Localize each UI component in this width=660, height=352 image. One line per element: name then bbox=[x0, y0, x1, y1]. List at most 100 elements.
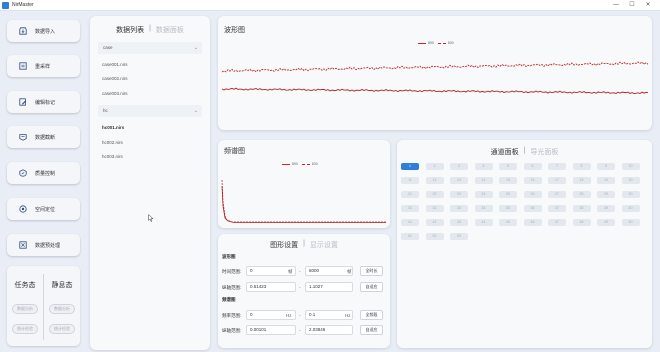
channel-button-38[interactable]: 38 bbox=[572, 205, 591, 212]
full-band-button[interactable]: 全频段 bbox=[360, 310, 383, 320]
channel-button-1[interactable]: 1 bbox=[401, 163, 419, 170]
time-to-input[interactable]: 6000 bbox=[305, 266, 353, 276]
file-case003[interactable]: case003.nirs bbox=[102, 91, 128, 96]
channel-panel-tab[interactable]: 通道面板 bbox=[491, 147, 519, 157]
display-settings-tab[interactable]: 显示设置 bbox=[310, 240, 338, 250]
channel-button-12[interactable]: 12 bbox=[425, 177, 444, 184]
channel-button-51[interactable]: 51 bbox=[401, 233, 419, 240]
nav-preprocess-button[interactable]: 数据预处理 bbox=[7, 234, 80, 256]
channel-button-53[interactable]: 53 bbox=[450, 233, 468, 240]
channel-button-40[interactable]: 40 bbox=[621, 205, 640, 212]
channel-button-8[interactable]: 8 bbox=[572, 163, 591, 170]
channel-button-48[interactable]: 48 bbox=[572, 219, 591, 226]
channel-button-34[interactable]: 34 bbox=[474, 205, 493, 212]
channel-button-27[interactable]: 27 bbox=[548, 191, 566, 198]
spectrum-amp-from-input[interactable]: 0.00101 bbox=[246, 325, 296, 335]
maximize-button[interactable]: ☐ bbox=[624, 0, 640, 11]
spectrum-auto-fit-button[interactable]: 自适应 bbox=[360, 325, 383, 335]
channel-button-50[interactable]: 50 bbox=[621, 219, 640, 226]
channel-button-25[interactable]: 25 bbox=[499, 191, 517, 198]
channel-button-23[interactable]: 23 bbox=[450, 191, 468, 198]
data-panel-tab[interactable]: 数据面板 bbox=[156, 25, 184, 35]
channel-button-13[interactable]: 13 bbox=[450, 177, 468, 184]
channel-button-28[interactable]: 28 bbox=[572, 191, 591, 198]
wave-plot bbox=[221, 61, 649, 95]
spectrum-amp-to-input[interactable]: 2.03846 bbox=[305, 325, 353, 335]
channel-button-41[interactable]: 41 bbox=[401, 219, 419, 226]
channel-button-15[interactable]: 15 bbox=[499, 177, 517, 184]
file-hc003[interactable]: hc003.nirs bbox=[102, 154, 123, 159]
channel-button-46[interactable]: 46 bbox=[523, 219, 542, 226]
wave-amp-to-input[interactable]: 1.1027 bbox=[305, 282, 353, 292]
minimize-button[interactable]: — bbox=[608, 0, 624, 11]
channel-button-29[interactable]: 29 bbox=[597, 191, 615, 198]
channel-button-26[interactable]: 26 bbox=[523, 191, 542, 198]
channel-button-49[interactable]: 49 bbox=[597, 219, 615, 226]
channel-button-16[interactable]: 16 bbox=[523, 177, 542, 184]
channel-button-44[interactable]: 44 bbox=[474, 219, 493, 226]
channel-button-4[interactable]: 4 bbox=[474, 163, 493, 170]
channel-button-30[interactable]: 30 bbox=[621, 191, 640, 198]
nav-import-button[interactable]: 数据导入 bbox=[7, 20, 80, 42]
channel-button-18[interactable]: 18 bbox=[572, 177, 591, 184]
nav-location-button[interactable]: 空间定位 bbox=[7, 198, 80, 220]
rest-stats-button[interactable]: 统计检验 bbox=[49, 324, 75, 334]
rest-analysis-button[interactable]: 数据分析 bbox=[49, 304, 75, 314]
data-list-panel: 数据列表 | 数据面板 case ⌄ case001.nirs case002.… bbox=[90, 16, 210, 350]
wave-amp-from-input[interactable]: 0.51423 bbox=[246, 282, 296, 292]
wave-settings-section: 波形图 bbox=[222, 254, 236, 259]
trace-830 bbox=[221, 61, 649, 73]
spectrum-trace-890 bbox=[221, 185, 386, 223]
spectrum-plot bbox=[221, 179, 386, 223]
channel-button-37[interactable]: 37 bbox=[548, 205, 566, 212]
channel-button-21[interactable]: 21 bbox=[401, 191, 419, 198]
channel-button-39[interactable]: 39 bbox=[597, 205, 615, 212]
task-state-column: 任务态 数据分析 统计检验 bbox=[7, 266, 43, 346]
channel-button-43[interactable]: 43 bbox=[450, 219, 468, 226]
channel-button-6[interactable]: 6 bbox=[523, 163, 542, 170]
file-case001[interactable]: case001.nirs bbox=[102, 62, 128, 67]
channel-button-9[interactable]: 9 bbox=[597, 163, 615, 170]
channel-button-20[interactable]: 20 bbox=[621, 177, 640, 184]
channel-button-52[interactable]: 52 bbox=[425, 233, 444, 240]
channel-button-35[interactable]: 35 bbox=[499, 205, 517, 212]
nav-quality-button[interactable]: 质量控制 bbox=[7, 162, 80, 184]
location-icon bbox=[19, 205, 27, 213]
channel-button-24[interactable]: 24 bbox=[474, 191, 493, 198]
channel-button-2[interactable]: 2 bbox=[425, 163, 444, 170]
channel-button-10[interactable]: 10 bbox=[621, 163, 640, 170]
channel-button-17[interactable]: 17 bbox=[548, 177, 566, 184]
file-hc001[interactable]: hc001.nirs bbox=[102, 125, 124, 130]
channel-button-11[interactable]: 11 bbox=[401, 177, 419, 184]
wave-auto-fit-button[interactable]: 自适应 bbox=[360, 282, 383, 292]
task-stats-button[interactable]: 统计检验 bbox=[12, 324, 38, 334]
channel-button-14[interactable]: 14 bbox=[474, 177, 493, 184]
channel-button-32[interactable]: 32 bbox=[425, 205, 444, 212]
time-from-unit: 帧 bbox=[288, 269, 293, 274]
full-duration-button[interactable]: 全时长 bbox=[360, 266, 383, 276]
nav-edit-mark-label: 编辑标记 bbox=[35, 99, 56, 106]
file-hc002[interactable]: hc002.nirs bbox=[102, 140, 123, 145]
channel-button-3[interactable]: 3 bbox=[450, 163, 468, 170]
group-case-header[interactable]: case ⌄ bbox=[98, 42, 202, 54]
nav-truncate-button[interactable]: 数据截断 bbox=[7, 126, 80, 148]
channel-button-19[interactable]: 19 bbox=[597, 177, 615, 184]
channel-button-36[interactable]: 36 bbox=[523, 205, 542, 212]
nav-resample-button[interactable]: 重采样 bbox=[7, 55, 80, 77]
data-list-tab[interactable]: 数据列表 bbox=[116, 25, 144, 35]
group-hc-header[interactable]: hc ⌄ bbox=[98, 105, 202, 117]
channel-button-45[interactable]: 45 bbox=[499, 219, 517, 226]
task-analysis-button[interactable]: 数据分析 bbox=[12, 304, 38, 314]
close-button[interactable]: ✕ bbox=[640, 0, 656, 11]
file-case002[interactable]: case002.nirs bbox=[102, 76, 128, 81]
channel-button-31[interactable]: 31 bbox=[401, 205, 419, 212]
channel-button-7[interactable]: 7 bbox=[548, 163, 566, 170]
nav-edit-mark-button[interactable]: 编辑标记 bbox=[7, 91, 80, 113]
channel-button-5[interactable]: 5 bbox=[499, 163, 517, 170]
channel-button-42[interactable]: 42 bbox=[425, 219, 444, 226]
channel-button-22[interactable]: 22 bbox=[425, 191, 444, 198]
channel-button-47[interactable]: 47 bbox=[548, 219, 566, 226]
channel-button-33[interactable]: 33 bbox=[450, 205, 468, 212]
graph-settings-tab[interactable]: 图形设置 bbox=[270, 240, 298, 250]
light-guide-tab[interactable]: 导光面板 bbox=[530, 147, 558, 157]
